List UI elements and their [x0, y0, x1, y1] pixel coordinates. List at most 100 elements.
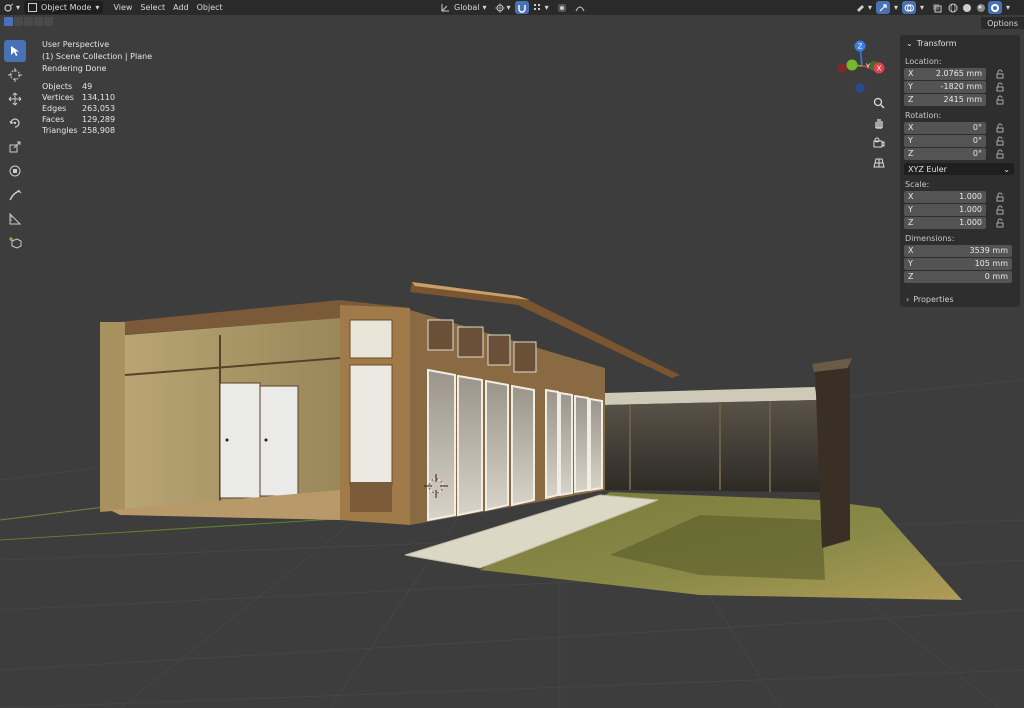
dimensions-z-field[interactable]: Z 0 mm — [904, 270, 1012, 283]
axis-label: X — [908, 123, 914, 132]
selectability-icon — [857, 4, 864, 12]
transform-panel-header[interactable]: ⌄ Transform — [900, 35, 1020, 51]
chevron-down-icon: ▾ — [868, 3, 873, 12]
tool-scale[interactable] — [4, 136, 26, 158]
field-value: 105 mm — [974, 259, 1008, 268]
chevron-down-icon: ⌄ — [906, 38, 913, 48]
overlay-toggle[interactable] — [902, 1, 917, 14]
rotation-y-field[interactable]: Y 0° — [904, 134, 986, 147]
scale-x-field[interactable]: X 1.000 — [904, 190, 986, 203]
dimensions-x-field[interactable]: X 3539 mm — [904, 244, 1012, 257]
stat-value: 129,289 — [82, 115, 116, 124]
gizmo-toggle[interactable] — [876, 1, 891, 14]
chevron-down-icon: ▾ — [1006, 3, 1011, 12]
shading-solid[interactable] — [960, 1, 974, 14]
gizmo-dropdown[interactable]: ▾ — [890, 1, 902, 14]
stat-row: Faces 129,289 — [42, 114, 115, 125]
rotation-x-row: X 0° — [904, 121, 1020, 134]
dimensions-x-row: X 3539 mm — [904, 244, 1020, 257]
select-subtract-button[interactable] — [24, 17, 33, 26]
mode-selector[interactable]: Object Mode ▾ — [24, 1, 104, 14]
gizmo-neg-z[interactable] — [855, 83, 865, 93]
back-fence — [605, 400, 820, 492]
perspective-toggle-button[interactable] — [871, 155, 887, 171]
menu-add[interactable]: Add — [169, 1, 193, 14]
dimensions-y-field[interactable]: Y 105 mm — [904, 257, 1012, 270]
navigation-gizmo[interactable]: Z Y X — [832, 38, 892, 98]
xray-toggle[interactable] — [928, 1, 946, 14]
tool-rotate[interactable] — [4, 112, 26, 134]
solid-sphere-icon — [963, 3, 972, 12]
zoom-button[interactable] — [871, 95, 887, 111]
snap-target-button[interactable]: ▾ — [529, 1, 553, 14]
gizmo-y[interactable] — [846, 59, 858, 71]
field-value: 2415 mm — [943, 95, 983, 104]
tool-shelf — [4, 40, 28, 254]
tool-transform[interactable] — [4, 160, 26, 182]
lock-icon[interactable] — [995, 205, 1005, 215]
location-x-field[interactable]: X 2.0765 mm — [904, 67, 986, 80]
lock-icon[interactable] — [995, 218, 1005, 228]
lock-icon[interactable] — [995, 69, 1005, 79]
tool-cursor[interactable] — [4, 64, 26, 86]
shading-material[interactable] — [974, 1, 988, 14]
menu-select[interactable]: Select — [136, 1, 169, 14]
overlay-icon — [904, 4, 915, 11]
snap-toggle[interactable] — [514, 1, 529, 14]
lock-icon[interactable] — [995, 136, 1005, 146]
location-y-field[interactable]: Y -1820 mm — [904, 80, 986, 93]
rotation-mode-dropdown[interactable]: XYZ Euler ⌄ — [904, 163, 1014, 175]
pivot-point-button[interactable]: ▾ — [491, 1, 515, 14]
camera-view-button[interactable] — [871, 135, 887, 151]
stat-label: Objects — [42, 82, 73, 91]
chevron-down-icon: ▾ — [506, 3, 511, 12]
lock-icon[interactable] — [995, 192, 1005, 202]
pivot-icon — [494, 2, 505, 13]
overlay-dropdown[interactable]: ▾ — [916, 1, 928, 14]
properties-panel-header[interactable]: › Properties — [900, 291, 1020, 307]
stat-label: Faces — [42, 115, 65, 124]
select-intersect-button[interactable] — [44, 17, 53, 26]
location-z-row: Z 2415 mm — [904, 93, 1020, 106]
tool-move[interactable] — [4, 88, 26, 110]
field-value: 1.000 — [959, 192, 982, 201]
gizmo-neg-x[interactable] — [837, 63, 847, 73]
scale-y-field[interactable]: Y 1.000 — [904, 203, 986, 216]
collection-name: (1) Scene Collection | Plane — [42, 52, 153, 61]
axis-label: X — [908, 246, 914, 255]
orientation-selector[interactable]: Global ▾ — [436, 1, 491, 14]
proportional-edit-button[interactable] — [553, 1, 571, 14]
scale-x-row: X 1.000 — [904, 190, 1020, 203]
editor-type-button[interactable]: ▾ — [0, 1, 24, 14]
lock-icon[interactable] — [995, 123, 1005, 133]
rotation-x-field[interactable]: X 0° — [904, 121, 986, 134]
axis-label: Y — [908, 259, 913, 268]
lock-icon[interactable] — [995, 149, 1005, 159]
object-mode-icon — [28, 3, 38, 12]
lock-icon[interactable] — [995, 95, 1005, 105]
annotate-pencil-icon — [9, 189, 22, 201]
shading-wireframe[interactable] — [946, 1, 960, 14]
scale-z-field[interactable]: Z 1.000 — [904, 216, 986, 229]
shading-rendered[interactable] — [988, 1, 1003, 14]
tool-annotate[interactable] — [4, 184, 26, 206]
tool-select[interactable] — [4, 40, 26, 62]
select-invert-button[interactable] — [34, 17, 43, 26]
visibility-selector[interactable]: ▾ — [852, 1, 876, 14]
rotation-z-field[interactable]: Z 0° — [904, 147, 986, 160]
lock-icon[interactable] — [995, 82, 1005, 92]
pan-button[interactable] — [871, 115, 887, 131]
grid-snap-icon — [533, 3, 540, 10]
selection-mode-bar — [4, 17, 53, 26]
menu-view[interactable]: View — [109, 1, 136, 14]
location-z-field[interactable]: Z 2415 mm — [904, 93, 986, 106]
select-extend-button[interactable] — [14, 17, 23, 26]
proportional-falloff-button[interactable] — [571, 1, 589, 14]
mode-label: Object Mode — [41, 3, 92, 12]
options-button[interactable]: Options — [981, 17, 1024, 29]
menu-object[interactable]: Object — [193, 1, 227, 14]
tool-add-cube[interactable] — [4, 232, 26, 254]
shading-dropdown[interactable]: ▾ — [1002, 1, 1014, 14]
select-new-button[interactable] — [4, 17, 13, 26]
tool-measure[interactable] — [4, 208, 26, 230]
